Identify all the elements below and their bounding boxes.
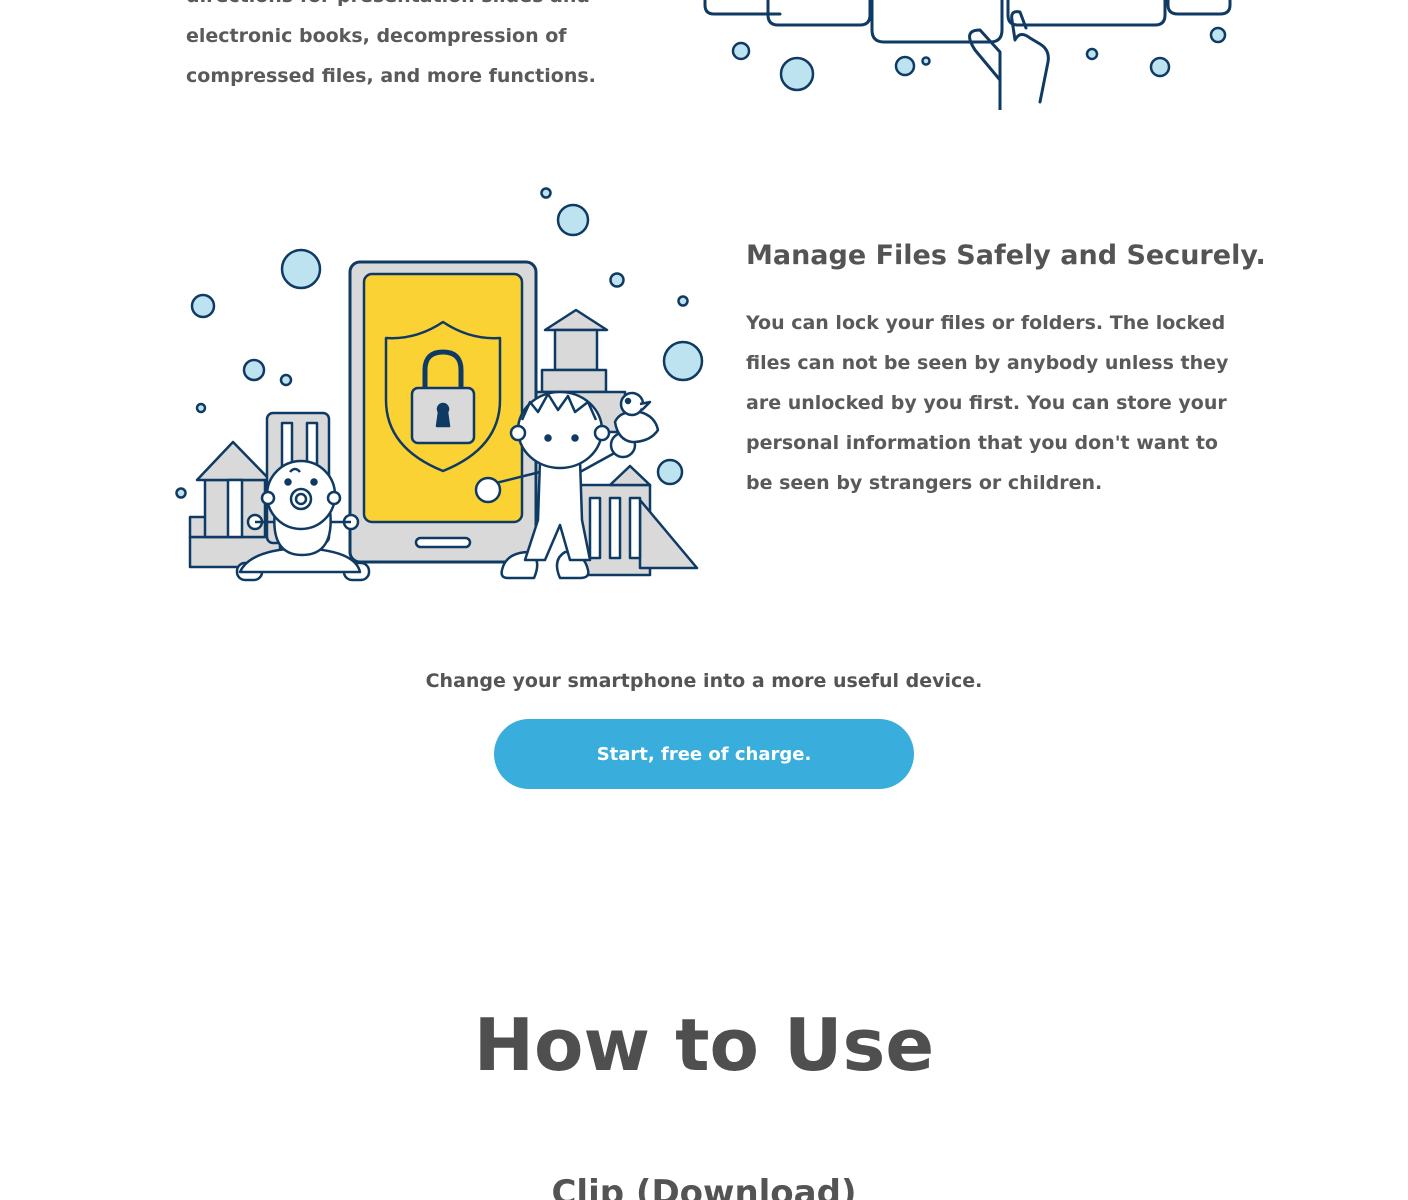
- feature-description-top: directions for presentation slides and e…: [186, 0, 616, 96]
- security-heading: Manage Files Safely and Securely.: [746, 240, 1266, 271]
- start-free-button[interactable]: Start, free of charge.: [494, 719, 914, 789]
- security-description-line: personal information that you don't want…: [746, 432, 1218, 454]
- security-description-line: files can not be seen by anybody unless …: [746, 352, 1229, 374]
- how-to-use-title: How to Use: [473, 1003, 935, 1087]
- how-to-use-subtitle: Clip (Download): [551, 1173, 857, 1200]
- security-lock-illustration: [175, 187, 704, 582]
- security-description: You can lock your files or folders. The …: [746, 303, 1229, 503]
- tablets-hand-illustration: [703, 0, 1232, 110]
- security-description-line: be seen by strangers or children.: [746, 472, 1103, 494]
- security-description-line: are unlocked by you first. You can store…: [746, 392, 1227, 414]
- feature-description-line: electronic books, decompression of: [186, 25, 567, 47]
- feature-description-line: directions for presentation slides and: [186, 0, 616, 16]
- security-description-line: You can lock your files or folders. The …: [746, 312, 1226, 334]
- feature-description-line: compressed files, and more functions.: [186, 65, 596, 87]
- cta-tagline: Change your smartphone into a more usefu…: [425, 670, 983, 692]
